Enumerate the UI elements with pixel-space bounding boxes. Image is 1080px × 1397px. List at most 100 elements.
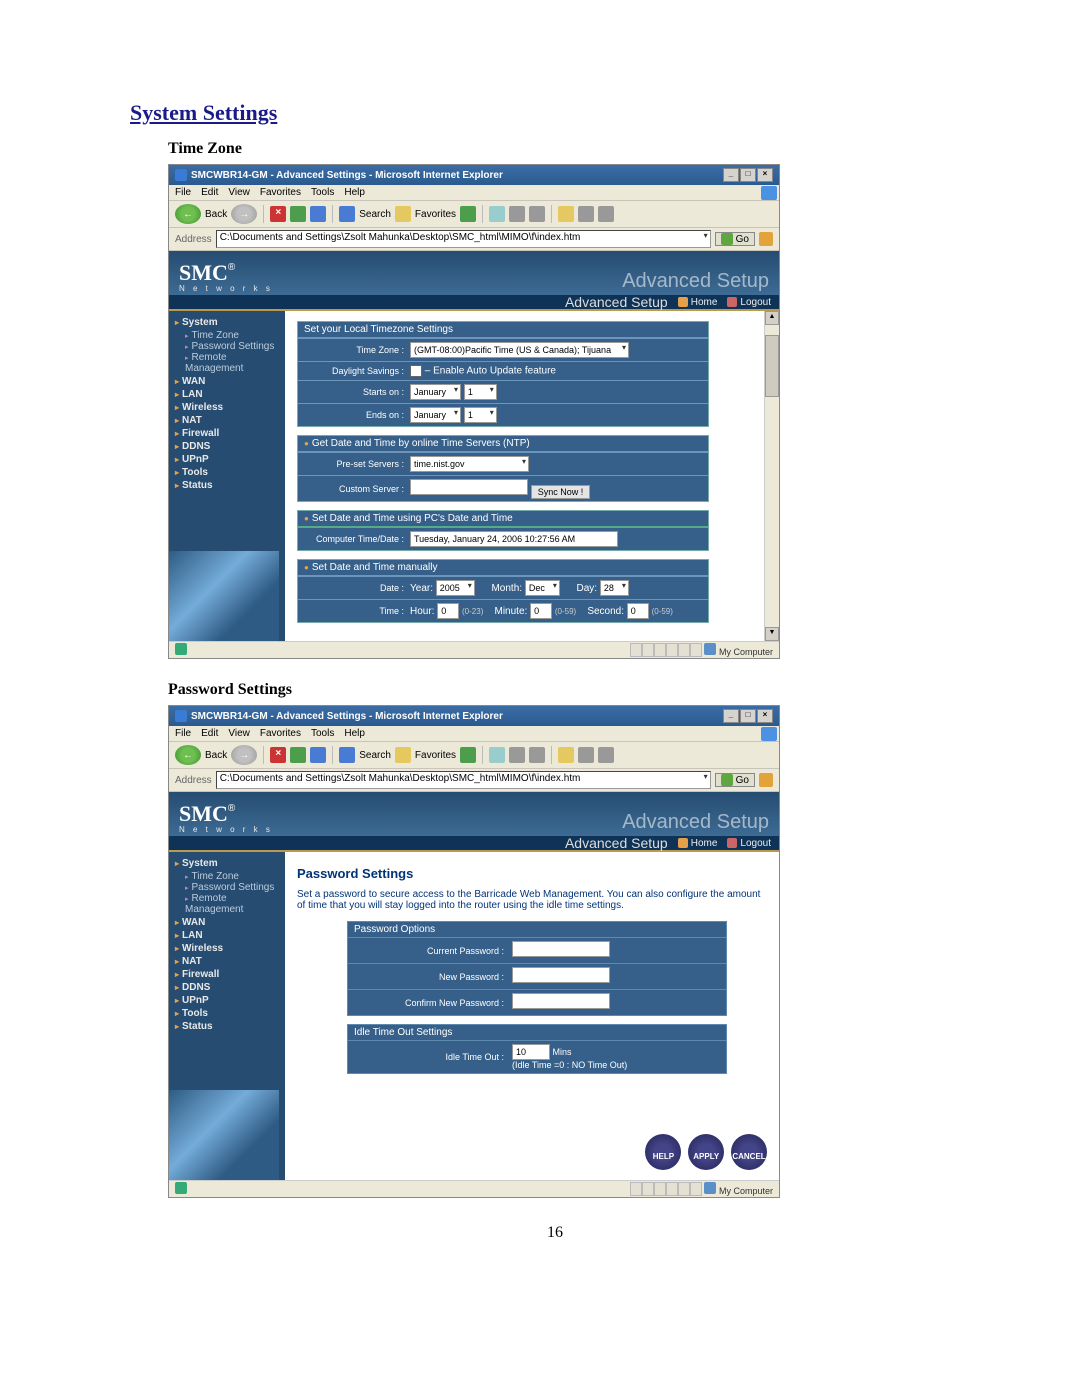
address-field[interactable]: C:\Documents and Settings\Zsolt Mahunka\…	[216, 230, 711, 248]
close-button[interactable]: ×	[757, 709, 773, 723]
sidebar-item-timezone[interactable]: ▸Time Zone	[185, 871, 285, 882]
minimize-button[interactable]: _	[723, 168, 739, 182]
print-icon[interactable]	[509, 206, 525, 222]
maximize-button[interactable]: □	[740, 709, 756, 723]
extra-icon-1[interactable]	[578, 206, 594, 222]
select-ends-day[interactable]: 1	[464, 407, 497, 423]
forward-button[interactable]: →	[231, 745, 257, 765]
discuss-icon[interactable]	[558, 747, 574, 763]
input-new-password[interactable]	[512, 967, 610, 983]
sidebar-item-nat[interactable]: ▸NAT	[175, 956, 285, 967]
back-button[interactable]: ←	[175, 204, 201, 224]
refresh-icon[interactable]	[290, 206, 306, 222]
back-label[interactable]: Back	[205, 750, 227, 761]
home-icon[interactable]	[310, 747, 326, 763]
scroll-down-arrow[interactable]: ▼	[765, 627, 779, 641]
search-icon[interactable]	[339, 747, 355, 763]
menu-favorites[interactable]: Favorites	[260, 728, 301, 739]
menu-view[interactable]: View	[228, 728, 250, 739]
favorites-label[interactable]: Favorites	[415, 750, 456, 761]
refresh-icon[interactable]	[290, 747, 306, 763]
mail-icon[interactable]	[489, 206, 505, 222]
scrollbar[interactable]: ▲ ▼	[764, 311, 779, 641]
select-month[interactable]: Dec	[525, 580, 560, 596]
sidebar-item-upnp[interactable]: ▸UPnP	[175, 995, 285, 1006]
sidebar-item-lan[interactable]: ▸LAN	[175, 389, 285, 400]
mail-icon[interactable]	[489, 747, 505, 763]
sidebar-item-password-settings[interactable]: ▸Password Settings	[185, 882, 285, 893]
input-custom-server[interactable]	[410, 479, 528, 495]
menu-help[interactable]: Help	[344, 728, 365, 739]
extra-icon-1[interactable]	[578, 747, 594, 763]
input-hour[interactable]: 0	[437, 603, 459, 619]
history-icon[interactable]	[460, 747, 476, 763]
sidebar-item-ddns[interactable]: ▸DDNS	[175, 441, 285, 452]
input-minute[interactable]: 0	[530, 603, 552, 619]
select-starts-day[interactable]: 1	[464, 384, 497, 400]
input-current-password[interactable]	[512, 941, 610, 957]
search-label[interactable]: Search	[359, 750, 391, 761]
scroll-thumb[interactable]	[765, 335, 779, 397]
select-starts-month[interactable]: January	[410, 384, 461, 400]
menu-tools[interactable]: Tools	[311, 187, 334, 198]
sidebar-item-remote-management[interactable]: ▸Remote Management	[185, 893, 285, 915]
sidebar-item-tools[interactable]: ▸Tools	[175, 467, 285, 478]
logout-link[interactable]: Logout	[727, 297, 771, 308]
menu-edit[interactable]: Edit	[201, 187, 218, 198]
sidebar-item-firewall[interactable]: ▸Firewall	[175, 428, 285, 439]
sidebar-item-wan[interactable]: ▸WAN	[175, 376, 285, 387]
discuss-icon[interactable]	[558, 206, 574, 222]
checkbox-dst[interactable]	[410, 365, 422, 377]
menu-favorites[interactable]: Favorites	[260, 187, 301, 198]
search-icon[interactable]	[339, 206, 355, 222]
sidebar-item-timezone[interactable]: ▸Time Zone	[185, 330, 285, 341]
favorites-label[interactable]: Favorites	[415, 209, 456, 220]
sidebar-item-tools[interactable]: ▸Tools	[175, 1008, 285, 1019]
apply-button[interactable]: APPLY	[688, 1134, 724, 1170]
scroll-up-arrow[interactable]: ▲	[765, 311, 779, 325]
stop-icon[interactable]: ×	[270, 206, 286, 222]
print-icon[interactable]	[509, 747, 525, 763]
go-button[interactable]: Go	[715, 232, 755, 246]
extra-icon-2[interactable]	[598, 747, 614, 763]
stop-icon[interactable]: ×	[270, 747, 286, 763]
sidebar-item-remote-management[interactable]: ▸Remote Management	[185, 352, 285, 374]
sidebar-item-system[interactable]: ▸System	[175, 317, 285, 328]
button-sync-now[interactable]: Sync Now !	[531, 485, 591, 499]
favorites-icon[interactable]	[395, 747, 411, 763]
history-icon[interactable]	[460, 206, 476, 222]
edit-icon[interactable]	[529, 747, 545, 763]
select-timezone[interactable]: (GMT-08:00)Pacific Time (US & Canada); T…	[410, 342, 629, 358]
input-second[interactable]: 0	[627, 603, 649, 619]
cancel-button[interactable]: CANCEL	[731, 1134, 767, 1170]
menu-view[interactable]: View	[228, 187, 250, 198]
sidebar-item-wireless[interactable]: ▸Wireless	[175, 402, 285, 413]
sidebar-item-lan[interactable]: ▸LAN	[175, 930, 285, 941]
menu-tools[interactable]: Tools	[311, 728, 334, 739]
address-field[interactable]: C:\Documents and Settings\Zsolt Mahunka\…	[216, 771, 711, 789]
help-button[interactable]: HELP	[645, 1134, 681, 1170]
menu-help[interactable]: Help	[344, 187, 365, 198]
sidebar-item-status[interactable]: ▸Status	[175, 480, 285, 491]
menu-file[interactable]: File	[175, 187, 191, 198]
sidebar-item-upnp[interactable]: ▸UPnP	[175, 454, 285, 465]
maximize-button[interactable]: □	[740, 168, 756, 182]
sidebar-item-wireless[interactable]: ▸Wireless	[175, 943, 285, 954]
home-icon[interactable]	[310, 206, 326, 222]
extra-icon-2[interactable]	[598, 206, 614, 222]
logout-link[interactable]: Logout	[727, 838, 771, 849]
sidebar-item-wan[interactable]: ▸WAN	[175, 917, 285, 928]
select-year[interactable]: 2005	[436, 580, 475, 596]
home-link[interactable]: Home	[678, 297, 718, 308]
edit-icon[interactable]	[529, 206, 545, 222]
menu-edit[interactable]: Edit	[201, 728, 218, 739]
menu-file[interactable]: File	[175, 728, 191, 739]
go-button[interactable]: Go	[715, 773, 755, 787]
select-ends-month[interactable]: January	[410, 407, 461, 423]
sidebar-item-ddns[interactable]: ▸DDNS	[175, 982, 285, 993]
links-icon[interactable]	[759, 773, 773, 787]
sidebar-item-status[interactable]: ▸Status	[175, 1021, 285, 1032]
back-label[interactable]: Back	[205, 209, 227, 220]
input-confirm-password[interactable]	[512, 993, 610, 1009]
close-button[interactable]: ×	[757, 168, 773, 182]
